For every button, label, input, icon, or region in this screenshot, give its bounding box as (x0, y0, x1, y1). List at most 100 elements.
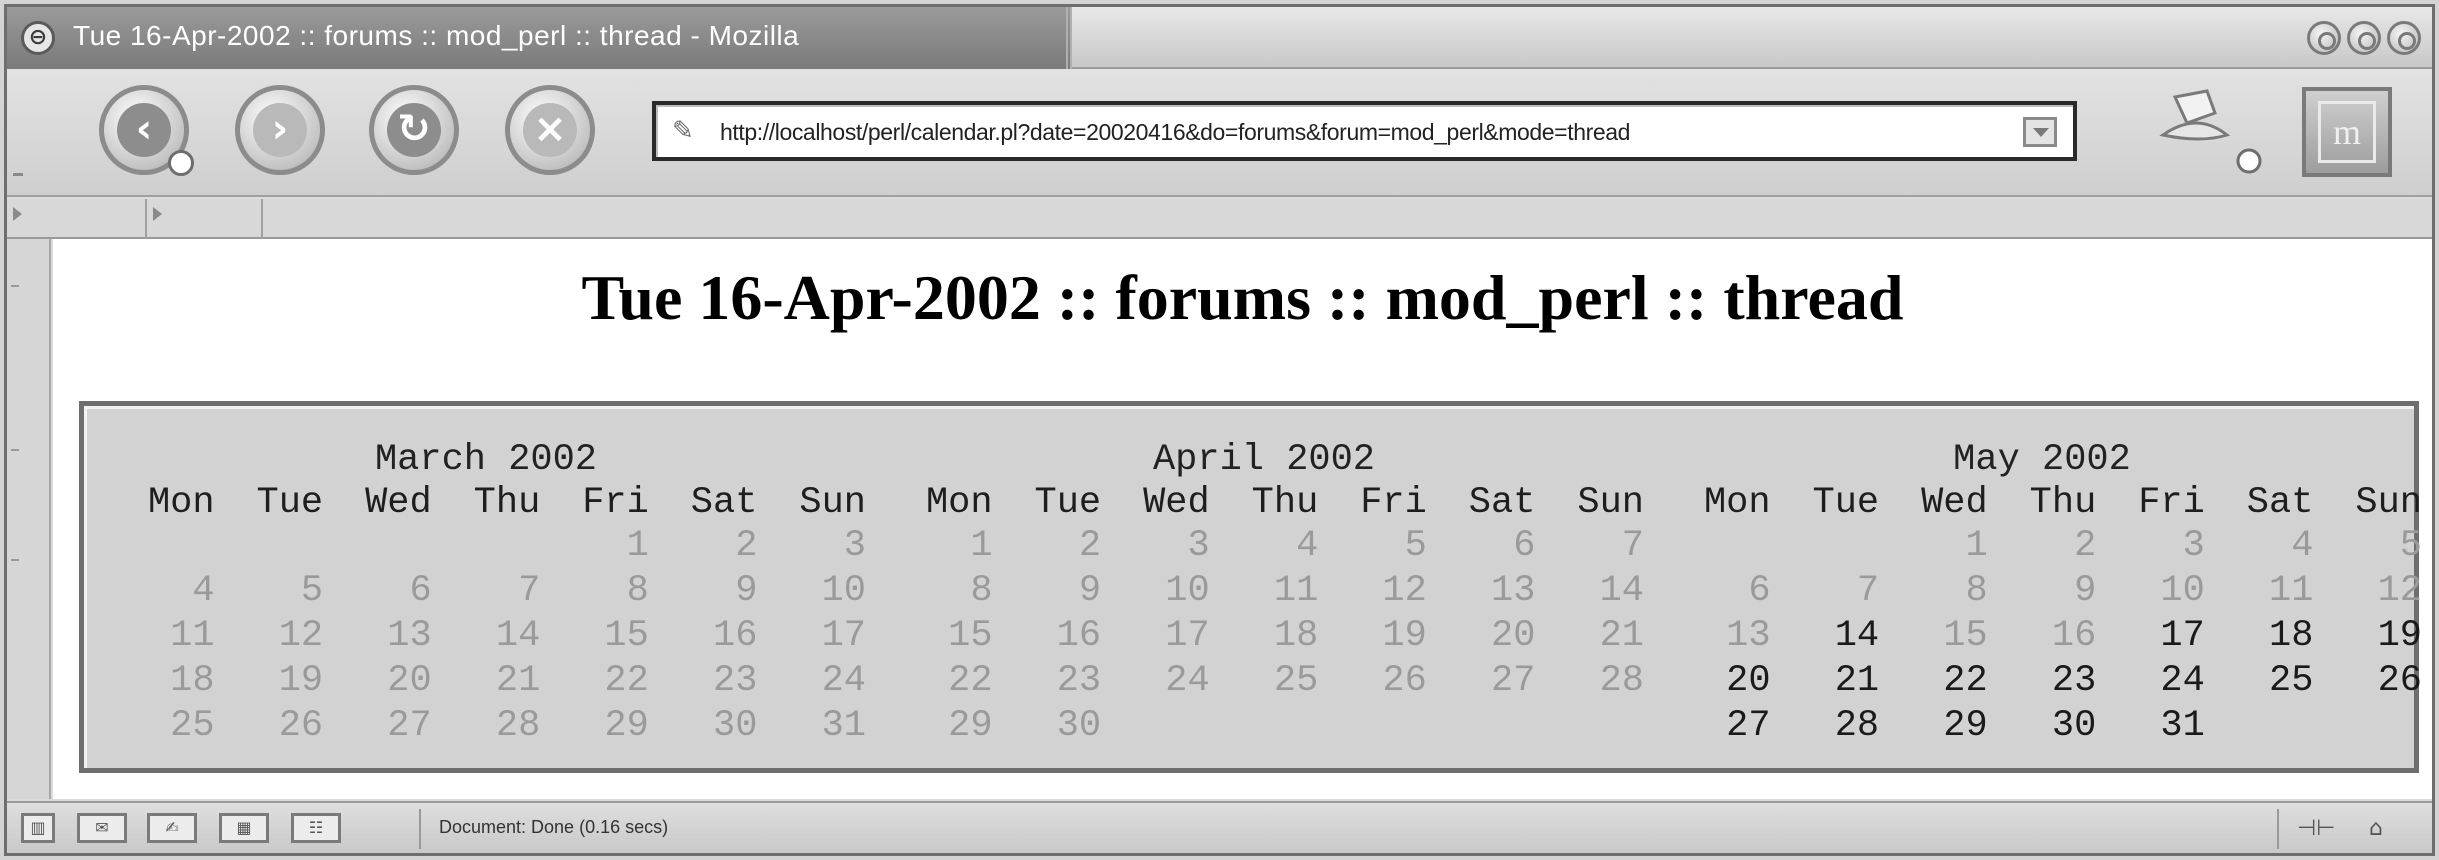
toolbar-collapse-handle[interactable] (7, 199, 147, 239)
weekday-header: Sun (1577, 482, 1644, 524)
navigation-toolbar: ‹ › ↻ × ✎ http://localhost/perl/calendar… (7, 69, 2432, 197)
calendar-day: 19 (278, 660, 324, 702)
calendar-day[interactable]: 23 (1988, 659, 2096, 704)
calendar-day[interactable]: 26 (2313, 659, 2422, 704)
calendar-day[interactable]: 30 (1988, 704, 2096, 749)
sidebar-grippy[interactable] (7, 239, 51, 799)
back-history-dropdown[interactable] (168, 150, 194, 176)
status-text: Document: Done (0.16 secs) (439, 817, 669, 837)
calendar-day: 4 (2291, 525, 2314, 567)
calendar-day: 2 (2074, 525, 2097, 567)
close-icon[interactable] (2387, 21, 2421, 55)
calendar-day: 19 (1382, 615, 1427, 657)
security-icon[interactable]: ⌂ (2369, 815, 2383, 843)
address-book-icon[interactable]: ▦ (219, 813, 269, 843)
calendar-day: 29 (948, 705, 993, 747)
calendar-day: 11 (2269, 570, 2314, 612)
weekday-header: Thu (2029, 482, 2097, 524)
bookmark-icon[interactable]: ✎ (672, 117, 702, 145)
month-grid: Mon Tue Wed Thu Fri Sat Sun 1 2 3 4 5 6 7 8 9 10 11 12 13 14… (1662, 482, 2422, 749)
calendar-day: 30 (1056, 705, 1102, 747)
calendar-day: 28 (1599, 660, 1644, 702)
calendar-day[interactable]: 20 (1662, 659, 1770, 704)
month-calendar: May 2002 Mon Tue Wed Thu Fri Sat Sun 1 2 3 4 5 6 7 8 9 1… (1662, 440, 2422, 749)
weekday-header: Fri (2138, 482, 2205, 524)
calendar-day: 8 (626, 570, 649, 612)
weekday-header: Thu (473, 482, 541, 524)
calendar-day: 16 (1056, 615, 1102, 657)
calendar-day: 1 (1965, 525, 1988, 567)
reload-button[interactable]: ↻ (369, 85, 459, 175)
calendar-day[interactable]: 25 (2205, 659, 2313, 704)
calendar-day[interactable]: 28 (1771, 704, 1879, 749)
calendar-day[interactable]: 31 (2096, 704, 2204, 749)
calendar-day: 21 (495, 660, 541, 702)
calendar-day[interactable]: 24 (2096, 659, 2204, 704)
calendar-day: 27 (1491, 660, 1536, 702)
weekday-header: Tue (1034, 482, 1102, 524)
back-arrow-icon: ‹ (117, 103, 171, 157)
calendar-day: 3 (1187, 525, 1210, 567)
calendar-day: 5 (1404, 525, 1427, 567)
calendar-day: 4 (192, 570, 215, 612)
weekday-header: Wed (1921, 482, 1988, 524)
forward-button[interactable]: › (235, 85, 325, 175)
url-bar[interactable]: ✎ http://localhost/perl/calendar.pl?date… (652, 101, 2077, 161)
window-menu-icon[interactable]: ⊖ (21, 21, 55, 55)
weekday-header: Fri (1360, 482, 1427, 524)
url-input[interactable]: http://localhost/perl/calendar.pl?date=2… (720, 119, 1980, 146)
sidebar-person-icon[interactable] (2157, 89, 2267, 179)
forward-arrow-icon: › (253, 103, 307, 157)
calendar-day: 22 (948, 660, 993, 702)
calendar-day[interactable]: 29 (1879, 704, 1987, 749)
mozilla-throbber-icon[interactable]: m (2302, 87, 2392, 177)
calendar-day: 9 (1078, 570, 1102, 612)
weekday-header: Sun (799, 482, 866, 524)
url-dropdown-button[interactable] (2023, 117, 2057, 147)
calendar-day: 15 (948, 615, 993, 657)
calendar-day[interactable]: 21 (1771, 659, 1879, 704)
page-content: Tue 16-Apr-2002 :: forums :: mod_perl ::… (53, 239, 2432, 799)
stop-button[interactable]: × (505, 85, 595, 175)
minimize-icon[interactable] (2307, 21, 2341, 55)
calendar-day: 30 (713, 705, 758, 747)
title-bar: ⊖ Tue 16-Apr-2002 :: forums :: mod_perl … (7, 7, 2432, 69)
personal-toolbar (7, 199, 2432, 239)
calendar-day: 24 (821, 660, 866, 702)
mail-icon[interactable]: ✉ (77, 813, 127, 843)
weekday-header: Sat (690, 482, 758, 524)
calendar-day: 13 (387, 615, 432, 657)
composer-icon[interactable]: ✍ (147, 813, 197, 843)
calendar-day[interactable]: 27 (1662, 704, 1770, 749)
toolbar-grip[interactable] (13, 173, 23, 179)
calendar-day: 20 (1491, 615, 1536, 657)
window-title: Tue 16-Apr-2002 :: forums :: mod_perl ::… (73, 20, 800, 51)
navigator-icon[interactable]: ▥ (21, 813, 55, 843)
calendar-day: 7 (1621, 525, 1644, 567)
connection-icon[interactable]: ⊣⊢ (2297, 815, 2335, 843)
maximize-icon[interactable] (2347, 21, 2381, 55)
calendar-day: 18 (170, 660, 215, 702)
calendar-day[interactable]: 19 (2313, 614, 2422, 659)
toolbar-collapse-handle-2[interactable] (147, 199, 263, 239)
calendar-day: 10 (2160, 570, 2205, 612)
calendar-day[interactable]: 22 (1879, 659, 1987, 704)
calendar-day: 16 (713, 615, 758, 657)
calendar-day: 7 (1856, 570, 1880, 612)
calendar-day: 26 (1382, 660, 1427, 702)
back-button[interactable]: ‹ (99, 85, 194, 176)
month-title: May 2002 (1953, 439, 2131, 481)
weekday-header: Tue (256, 482, 324, 524)
irc-icon[interactable]: ☷ (291, 813, 341, 843)
month-grid: Mon Tue Wed Thu Fri Sat Sun 1 2 3 4 5 6 7 8 9 10 11 12 13 14… (884, 482, 1644, 749)
calendar-day[interactable]: 18 (2205, 614, 2313, 659)
calendar-day[interactable]: 17 (2096, 614, 2204, 659)
calendar-day: 31 (821, 705, 866, 747)
calendar-day[interactable]: 14 (1771, 614, 1879, 659)
calendar-day: 5 (2399, 525, 2422, 567)
month-calendar: April 2002 Mon Tue Wed Thu Fri Sat Sun 1 2 3 4 5 6 7 8… (884, 440, 1644, 749)
weekday-header: Mon (147, 482, 215, 524)
calendar-day: 10 (821, 570, 866, 612)
calendar-day: 2 (1078, 525, 1102, 567)
calendar-day: 5 (300, 570, 324, 612)
